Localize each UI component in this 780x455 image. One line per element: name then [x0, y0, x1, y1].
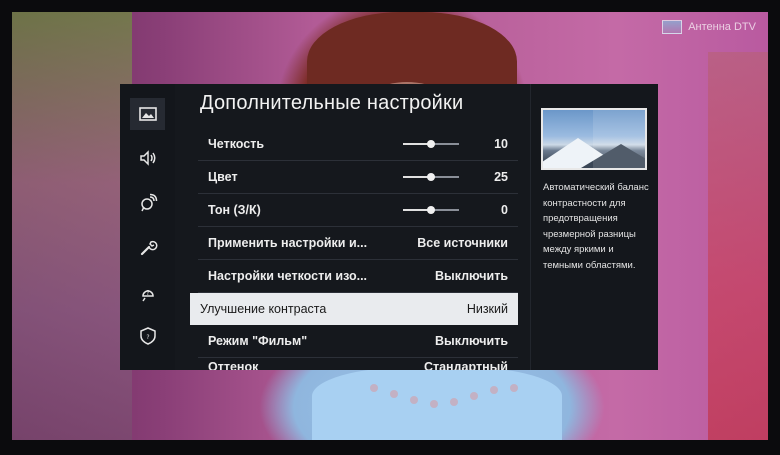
setting-value: 0	[501, 203, 508, 217]
setting-row-contrast-enhancer[interactable]: Улучшение контраста Низкий	[190, 293, 518, 325]
setting-label: Настройки четкости изо...	[208, 269, 368, 283]
setting-label: Тон (З/К)	[208, 203, 261, 217]
picture-icon	[138, 107, 157, 121]
setting-row-tint[interactable]: Тон (З/К) 0	[198, 194, 518, 227]
channel-logo-icon	[662, 20, 683, 34]
page-title: Дополнительные настройки	[200, 92, 464, 114]
wrench-icon	[140, 240, 157, 256]
setting-label: Улучшение контраста	[200, 302, 327, 316]
privacy-shield-icon: ?	[139, 327, 156, 345]
svg-text:?: ?	[146, 334, 149, 341]
rail-item-sound[interactable]	[130, 142, 165, 174]
setting-row-color-tone[interactable]: Оттенок Стандартный	[198, 358, 518, 370]
setting-row-apply-settings[interactable]: Применить настройки и... Все источники	[198, 227, 518, 260]
settings-list: Четкость 10 Цвет 25 Тон (З/К) 0 Применит…	[190, 128, 520, 370]
sound-icon	[139, 150, 155, 166]
channel-name: Антенна DTV	[688, 21, 756, 33]
setting-value: Стандартный	[423, 360, 508, 370]
setting-label: Режим "Фильм"	[208, 334, 308, 348]
broadcast-icon	[140, 193, 157, 212]
collar-bead	[370, 384, 378, 392]
rail-item-general[interactable]	[130, 232, 165, 264]
help-description: Автоматический баланс контрастности для …	[543, 182, 649, 271]
sharpness-slider[interactable]	[403, 140, 459, 148]
collar-bead	[410, 396, 418, 404]
background-scene-right	[708, 52, 768, 440]
rail-item-privacy[interactable]: ?	[130, 320, 165, 352]
setting-row-color[interactable]: Цвет 25	[198, 161, 518, 194]
collar-bead	[510, 384, 518, 392]
rail-item-support[interactable]: ?	[130, 276, 165, 308]
support-icon: ?	[141, 289, 154, 302]
setting-value: 25	[494, 170, 508, 184]
setting-value: 10	[494, 137, 508, 151]
setting-row-film-mode[interactable]: Режим "Фильм" Выключить	[198, 325, 518, 358]
setting-value: Все источники	[417, 236, 508, 250]
category-rail: ? ?	[120, 84, 175, 370]
setting-label: Четкость	[208, 137, 265, 151]
setting-row-sharpness[interactable]: Четкость 10	[198, 128, 518, 161]
settings-panel: Дополнительные настройки Четкость 10 Цве…	[190, 84, 530, 370]
setting-value: Низкий	[466, 302, 508, 316]
background-scene-left	[12, 12, 132, 440]
color-slider[interactable]	[403, 173, 459, 181]
help-panel: Автоматический баланс контрастности для …	[530, 84, 658, 370]
setting-label: Оттенок	[208, 360, 259, 370]
setting-value: Выключить	[435, 269, 508, 283]
rail-item-broadcast[interactable]	[130, 187, 165, 219]
collar-bead	[490, 386, 498, 394]
setting-row-image-clarity[interactable]: Настройки четкости изо... Выключить	[198, 260, 518, 293]
preview-image	[541, 108, 647, 170]
collar-bead	[430, 400, 438, 408]
setting-value: Выключить	[435, 334, 508, 348]
tint-slider[interactable]	[403, 206, 459, 214]
collar-bead	[450, 398, 458, 406]
collar-bead	[470, 392, 478, 400]
setting-label: Применить настройки и...	[208, 236, 368, 250]
collar-bead	[390, 390, 398, 398]
setting-label: Цвет	[208, 170, 238, 184]
channel-logo: Антенна DTV	[662, 20, 756, 34]
settings-menu: ? ? Дополнительные настройки Четкость 10…	[120, 84, 658, 370]
rail-item-picture[interactable]	[130, 98, 165, 130]
svg-text:?: ?	[146, 289, 150, 297]
